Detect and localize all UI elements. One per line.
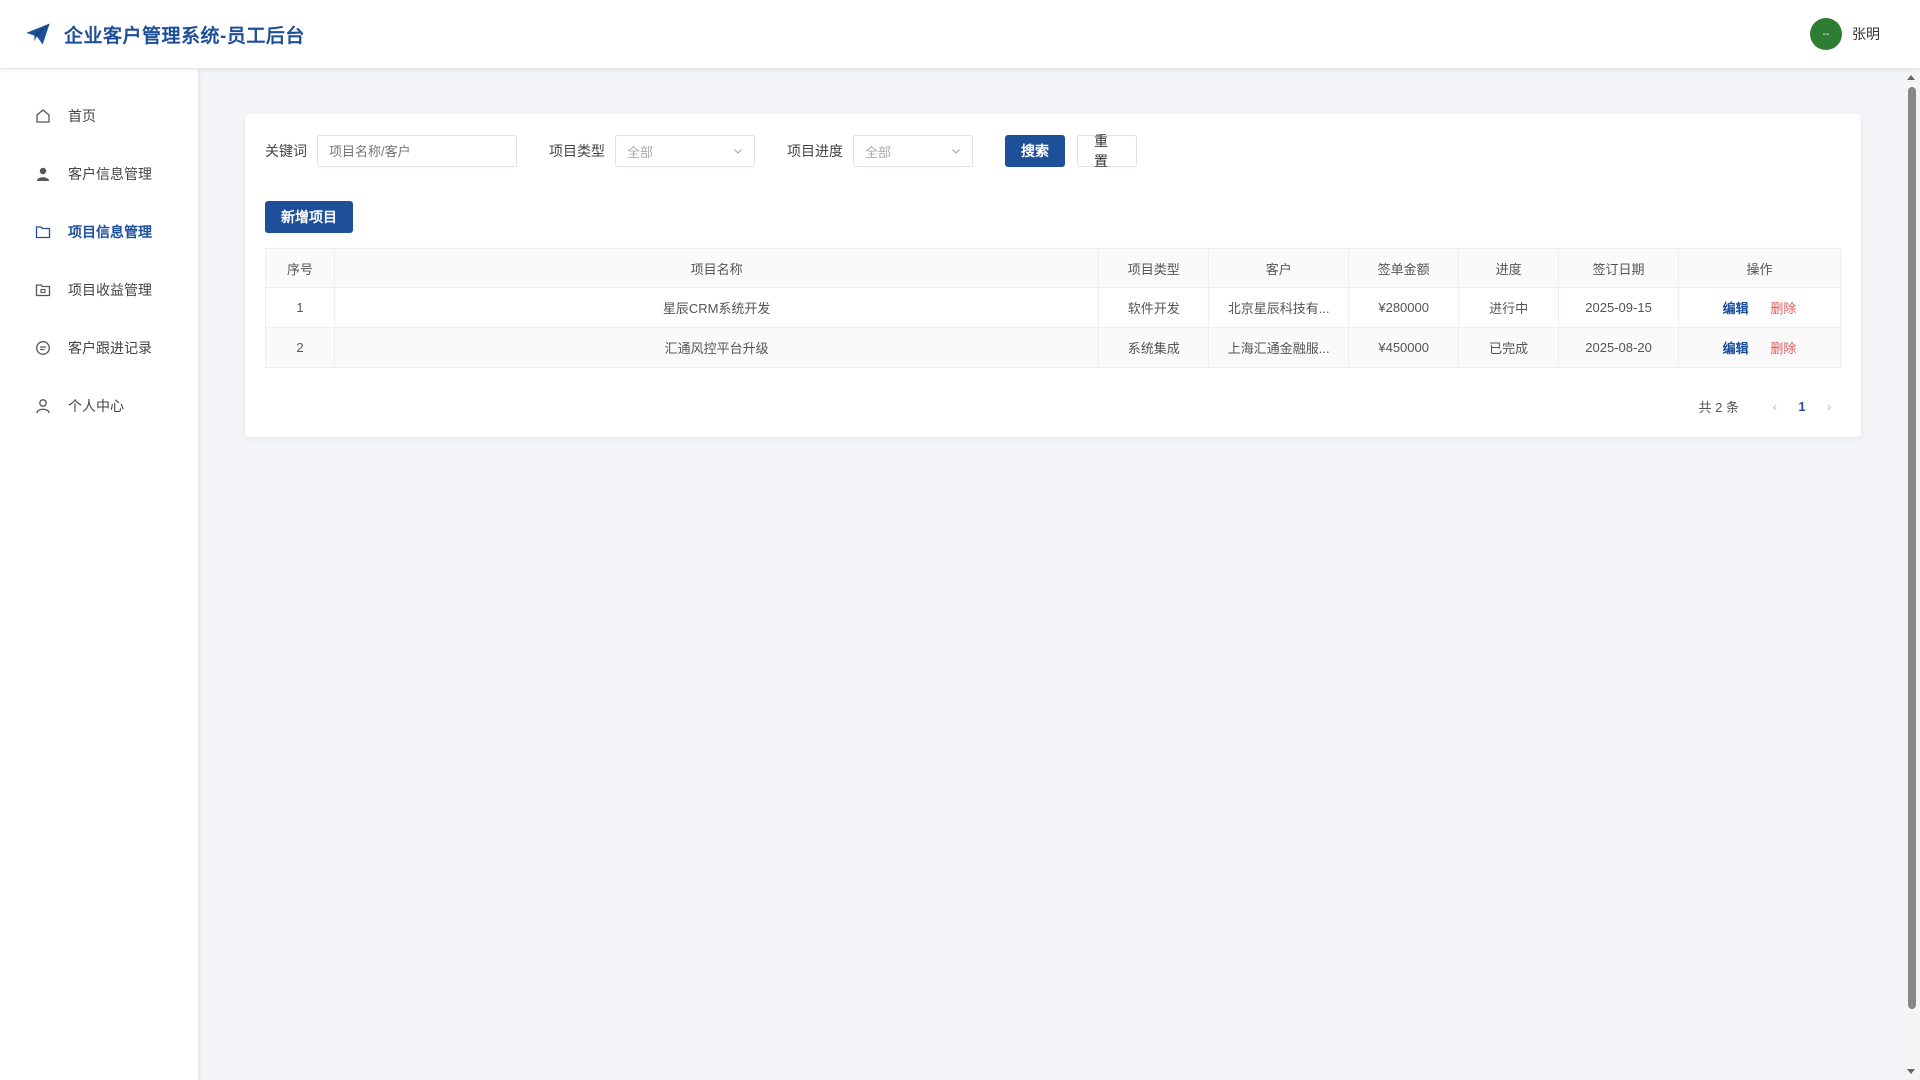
sidebar-item-label: 项目信息管理 <box>68 224 152 240</box>
app-title: 企业客户管理系统-员工后台 <box>64 25 305 47</box>
contract-amount: ¥280000 <box>1348 287 1460 328</box>
add-project-button[interactable]: 新增项目 <box>265 201 353 233</box>
sidebar-item-project-revenue[interactable]: 项目收益管理 <box>0 261 198 319</box>
prev-page-button[interactable]: ‹ <box>1763 398 1787 414</box>
vertical-scrollbar[interactable] <box>1903 69 1920 1080</box>
project-progress-select[interactable]: 全部 <box>853 135 973 167</box>
user-icon <box>34 397 52 415</box>
progress-status: 已完成 <box>1458 327 1560 368</box>
top-header: 企业客户管理系统-员工后台 -- 张明 <box>0 0 1920 69</box>
column-header: 签单金额 <box>1348 248 1460 288</box>
project-progress-label: 项目进度 <box>787 143 843 159</box>
project-type-select[interactable]: 全部 <box>615 135 755 167</box>
chevron-down-icon <box>952 149 960 154</box>
search-button[interactable]: 搜索 <box>1005 135 1065 167</box>
sidebar-item-label: 客户跟进记录 <box>68 340 152 356</box>
row-index: 2 <box>265 327 335 368</box>
sidebar-item-label: 项目收益管理 <box>68 282 152 298</box>
sign-date: 2025-08-20 <box>1558 327 1680 368</box>
sidebar-item-followup[interactable]: 客户跟进记录 <box>0 319 198 377</box>
column-header: 序号 <box>265 248 335 288</box>
home-icon <box>34 107 52 125</box>
sidebar-item-customer-info[interactable]: 客户信息管理 <box>0 145 198 203</box>
avatar[interactable]: -- <box>1810 18 1842 50</box>
project-name: 汇通风控平台升级 <box>333 327 1100 368</box>
client-name: 上海汇通金融服... <box>1208 327 1350 368</box>
table-header-row: 序号 项目名称 项目类型 客户 签单金额 进度 签订日期 操作 <box>265 248 1841 288</box>
column-header: 签订日期 <box>1558 248 1680 288</box>
scroll-down-arrow-icon[interactable] <box>1907 1069 1915 1074</box>
row-actions: 编辑 删除 <box>1678 287 1841 328</box>
project-type: 软件开发 <box>1098 287 1210 328</box>
folder-icon <box>34 223 52 241</box>
delete-button[interactable]: 删除 <box>1770 301 1796 316</box>
project-progress-value: 全部 <box>865 144 892 160</box>
brand: 企业客户管理系统-员工后台 <box>24 20 305 48</box>
edit-button[interactable]: 编辑 <box>1723 341 1749 356</box>
reset-button[interactable]: 重置 <box>1077 133 1137 169</box>
sidebar-item-label: 个人中心 <box>68 398 124 414</box>
project-list-card: 关键词 项目类型 全部 项目进度 全部 搜索 重置 新增项目 序号 项目名称 项… <box>245 114 1861 437</box>
column-header: 操作 <box>1678 248 1841 288</box>
column-header: 项目名称 <box>333 248 1100 288</box>
scroll-up-arrow-icon[interactable] <box>1907 75 1915 80</box>
sidebar-item-profile[interactable]: 个人中心 <box>0 377 198 435</box>
project-name: 星辰CRM系统开发 <box>333 287 1100 328</box>
folder-opened-icon <box>34 281 52 299</box>
paper-plane-icon <box>26 23 50 45</box>
next-page-button[interactable]: › <box>1817 398 1841 414</box>
scroll-thumb[interactable] <box>1908 87 1916 1009</box>
project-type-label: 项目类型 <box>549 143 605 159</box>
edit-button[interactable]: 编辑 <box>1723 301 1749 316</box>
client-name: 北京星辰科技有... <box>1208 287 1350 328</box>
progress-status: 进行中 <box>1458 287 1560 328</box>
page-number[interactable]: 1 <box>1787 399 1817 414</box>
filter-bar: 关键词 项目类型 全部 项目进度 全部 搜索 重置 <box>265 133 1137 169</box>
column-header: 项目类型 <box>1098 248 1210 288</box>
column-header: 进度 <box>1458 248 1560 288</box>
pagination: 共 2 条 ‹ 1 › <box>1699 392 1841 420</box>
sidebar-item-project-info[interactable]: 项目信息管理 <box>0 203 198 261</box>
sidebar-item-home[interactable]: 首页 <box>0 87 198 145</box>
row-index: 1 <box>265 287 335 328</box>
project-table: 序号 项目名称 项目类型 客户 签单金额 进度 签订日期 操作 1 星辰CRM系… <box>265 248 1841 368</box>
chat-icon <box>34 339 52 357</box>
table-row: 2 汇通风控平台升级 系统集成 上海汇通金融服... ¥450000 已完成 2… <box>265 327 1841 368</box>
keyword-input[interactable] <box>317 135 517 167</box>
username[interactable]: 张明 <box>1852 24 1880 44</box>
sidebar: 首页 客户信息管理 项目信息管理 项目收益管理 客户跟进记录 个人中心 <box>0 69 199 1080</box>
sidebar-item-label: 客户信息管理 <box>68 166 152 182</box>
table-row: 1 星辰CRM系统开发 软件开发 北京星辰科技有... ¥280000 进行中 … <box>265 287 1841 328</box>
row-actions: 编辑 删除 <box>1678 327 1841 368</box>
total-count: 共 2 条 <box>1698 399 1739 415</box>
user-menu[interactable]: -- 张明 <box>1810 18 1880 50</box>
delete-button[interactable]: 删除 <box>1770 341 1796 356</box>
chevron-down-icon <box>734 149 742 154</box>
project-type-value: 全部 <box>627 144 654 160</box>
column-header: 客户 <box>1208 248 1350 288</box>
project-type: 系统集成 <box>1098 327 1210 368</box>
keyword-label: 关键词 <box>265 143 307 159</box>
contract-amount: ¥450000 <box>1348 327 1460 368</box>
user-filled-icon <box>34 165 52 183</box>
sidebar-item-label: 首页 <box>68 108 96 124</box>
sign-date: 2025-09-15 <box>1558 287 1680 328</box>
